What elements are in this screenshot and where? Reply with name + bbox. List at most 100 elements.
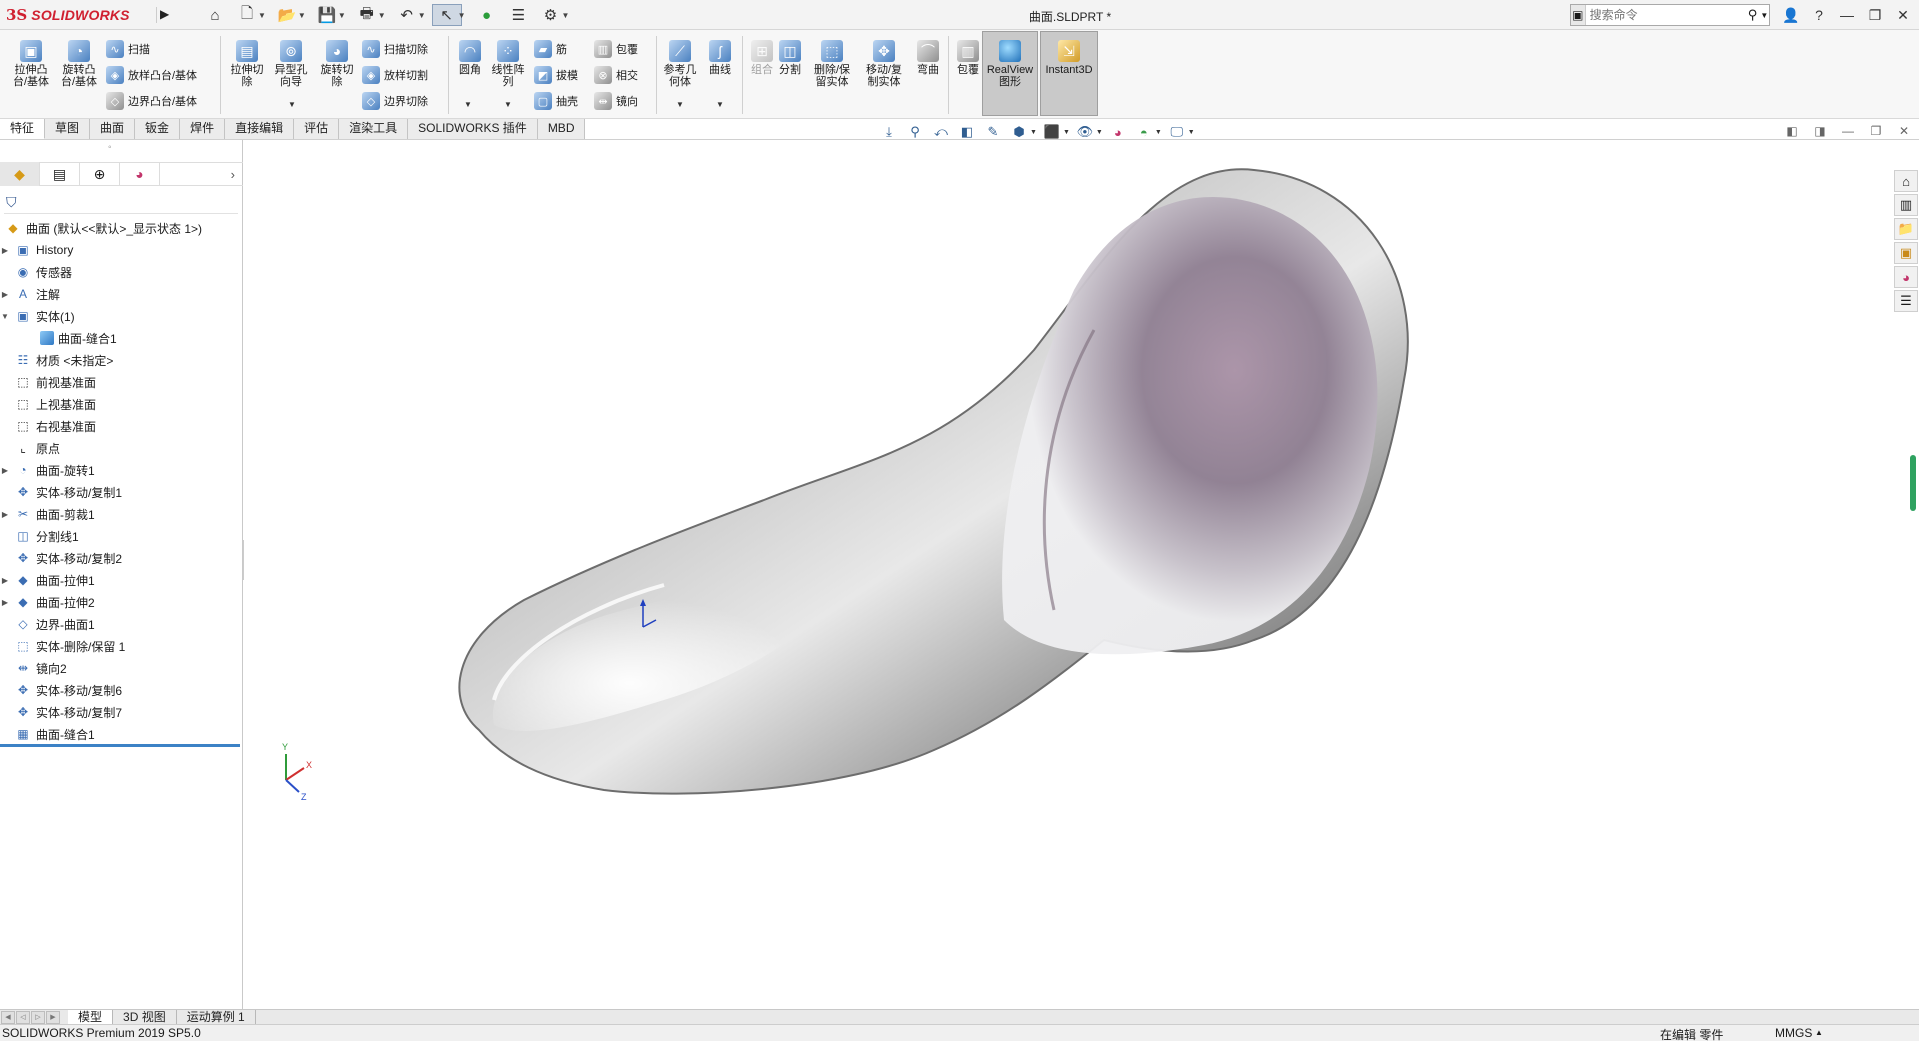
view-settings-caret-icon[interactable]: ▼	[1188, 129, 1195, 136]
home-icon[interactable]: ⌂	[200, 4, 230, 26]
section-view-icon[interactable]: ◧	[956, 122, 978, 142]
expand-arrow-icon[interactable]: ▶	[0, 576, 10, 585]
delete-keep-body-button[interactable]: ⬚ 删除/保 留实体	[808, 40, 856, 88]
revolve-boss-button[interactable]: ◔ 旋转凸 台/基体	[58, 40, 100, 88]
tab-weldments[interactable]: 焊件	[180, 119, 226, 139]
ref-geometry-caret-icon[interactable]: ▼	[676, 100, 684, 109]
expand-arrow-icon[interactable]: ▶	[0, 598, 10, 607]
tree-item[interactable]: ◉ 传感器	[0, 261, 243, 283]
zoom-to-fit-icon[interactable]: ⤓	[878, 122, 900, 142]
hide-show-items-icon[interactable]: 👁	[1074, 122, 1096, 142]
sweep-cut-button[interactable]: ∿ 扫描切除	[362, 38, 428, 60]
tree-root-part[interactable]: ◆ 曲面 (默认<<默认>_显示状态 1>)	[0, 217, 243, 239]
tab-surfaces[interactable]: 曲面	[90, 119, 136, 139]
rebuild-traffic-light-icon[interactable]: ●	[472, 4, 502, 26]
fillet-button[interactable]: ◠ 圆角	[452, 40, 488, 76]
select-caret-icon[interactable]: ▼	[458, 11, 466, 20]
tab-solidworks-addins[interactable]: SOLIDWORKS 插件	[408, 119, 538, 139]
panel-more-arrow-icon[interactable]: ›	[231, 167, 235, 182]
curves-button[interactable]: ʃ 曲线	[702, 40, 738, 76]
tree-item[interactable]: ⬚ 前视基准面	[0, 371, 243, 393]
tree-item[interactable]: ▶ A 注解	[0, 283, 243, 305]
expand-arrow-icon[interactable]: ▶	[0, 246, 10, 255]
solidworks-logo[interactable]: 3S SOLIDWORKS	[6, 4, 154, 26]
doc-minimize-icon[interactable]: —	[1838, 122, 1858, 140]
tree-item[interactable]: ⬚ 右视基准面	[0, 415, 243, 437]
display-style-caret-icon[interactable]: ▼	[1063, 129, 1070, 136]
filter-icon[interactable]: ⛉	[6, 194, 17, 211]
close-icon[interactable]: ✕	[1890, 4, 1916, 26]
new-caret-icon[interactable]: ▼	[258, 11, 266, 20]
zoom-to-area-icon[interactable]: ⚲	[904, 122, 926, 142]
next-tab-arrow-icon[interactable]: ▷	[31, 1010, 45, 1024]
tree-item[interactable]: ✥ 实体-移动/复制7	[0, 701, 243, 723]
search-icon[interactable]: ⚲	[1745, 7, 1761, 23]
property-manager-tab-icon[interactable]: ▤	[40, 162, 80, 186]
hide-show-caret-icon[interactable]: ▼	[1096, 129, 1103, 136]
boundary-boss-button[interactable]: ◇ 边界凸台/基体	[106, 90, 197, 112]
model-viewport[interactable]: Y X Z	[244, 140, 1894, 1009]
mirror-button[interactable]: ⇹ 镜向	[594, 90, 638, 112]
unit-system[interactable]: MMGS	[1775, 1026, 1812, 1040]
tile-right-icon[interactable]: ◨	[1810, 122, 1830, 140]
instant3d-button[interactable]: ⇲ Instant3D	[1042, 40, 1096, 76]
tree-item[interactable]: ▶ ◔ 曲面-旋转1	[0, 459, 243, 481]
tab-sketch[interactable]: 草图	[45, 119, 91, 139]
expand-arrow-icon[interactable]: ▶	[0, 466, 10, 475]
view-orientation-icon[interactable]: ⬢	[1008, 122, 1030, 142]
file-explorer-icon[interactable]: 📁	[1894, 218, 1918, 240]
view-palette-icon[interactable]: ▣	[1894, 242, 1918, 264]
tab-direct-editing[interactable]: 直接编辑	[225, 119, 295, 139]
display-manager-tab-icon[interactable]: ◕	[120, 162, 160, 186]
search-caret-icon[interactable]: ▼	[1760, 11, 1769, 20]
tab-motion-study[interactable]: 运动算例 1	[177, 1009, 256, 1025]
fillet-caret-icon[interactable]: ▼	[464, 100, 472, 109]
options-caret-icon[interactable]: ▼	[562, 11, 570, 20]
intersect-button[interactable]: ⊗ 相交	[594, 64, 638, 86]
tile-left-icon[interactable]: ◧	[1782, 122, 1802, 140]
dynamic-annotation-icon[interactable]: ✎	[982, 122, 1004, 142]
configuration-manager-tab-icon[interactable]: ⊕	[80, 162, 120, 186]
boundary-cut-button[interactable]: ◇ 边界切除	[362, 90, 428, 112]
help-icon[interactable]: ?	[1806, 4, 1832, 26]
revolve-cut-button[interactable]: ◕ 旋转切 除	[316, 40, 358, 88]
doc-close-icon[interactable]: ✕	[1894, 122, 1914, 140]
view-settings-icon[interactable]: 🖵	[1166, 122, 1188, 142]
tree-item[interactable]: ⬚ 实体-删除/保留 1	[0, 635, 243, 657]
previous-view-icon[interactable]: ⤺	[930, 122, 952, 142]
extrude-boss-button[interactable]: ▣ 拉伸凸 台/基体	[10, 40, 52, 88]
appearances-icon[interactable]: ◕	[1894, 266, 1918, 288]
tree-filter-bar[interactable]: ⛉	[4, 192, 238, 214]
tree-item[interactable]: ◫ 分割线1	[0, 525, 243, 547]
tree-item[interactable]: ▶ ✂ 曲面-剪裁1	[0, 503, 243, 525]
feature-manager-tab-icon[interactable]: ◆	[0, 162, 40, 186]
tree-item[interactable]: ⌞ 原点	[0, 437, 243, 459]
tree-item[interactable]: ▶ ◆ 曲面-拉伸2	[0, 591, 243, 613]
tab-model[interactable]: 模型	[68, 1009, 114, 1025]
draft-button[interactable]: ◩ 拔模	[534, 64, 578, 86]
surface-model[interactable]	[458, 168, 1409, 795]
view-triad[interactable]: Y X Z	[282, 742, 312, 802]
tree-item[interactable]: ⬚ 上视基准面	[0, 393, 243, 415]
collapse-arrow-icon[interactable]: ▼	[0, 312, 10, 321]
design-library-icon[interactable]: ▥	[1894, 194, 1918, 216]
tree-item[interactable]: 曲面-缝合1	[0, 327, 243, 349]
tree-item[interactable]: ▶ ◆ 曲面-拉伸1	[0, 569, 243, 591]
loft-boss-button[interactable]: ◈ 放样凸台/基体	[106, 64, 197, 86]
tree-item[interactable]: ◇ 边界-曲面1	[0, 613, 243, 635]
linear-pattern-button[interactable]: ⁘ 线性阵 列	[488, 40, 528, 88]
tab-features[interactable]: 特征	[0, 119, 46, 139]
expand-arrow-icon[interactable]: ▶	[0, 290, 10, 299]
restore-icon[interactable]: ❐	[1862, 4, 1888, 26]
reference-geometry-button[interactable]: ⟋ 参考几 何体	[660, 40, 700, 88]
undo-caret-icon[interactable]: ▼	[418, 11, 426, 20]
tab-mbd[interactable]: MBD	[537, 119, 586, 139]
edit-appearance-icon[interactable]: ◕	[1107, 122, 1129, 142]
view-orientation-caret-icon[interactable]: ▼	[1030, 129, 1037, 136]
tab-3d-views[interactable]: 3D 视图	[113, 1009, 177, 1025]
curves-caret-icon[interactable]: ▼	[716, 100, 724, 109]
graphics-area[interactable]: Y X Z	[244, 140, 1894, 1009]
tree-item[interactable]: ☷ 材质 <未指定>	[0, 349, 243, 371]
rollback-bar[interactable]	[0, 744, 240, 747]
tree-item[interactable]: ⇹ 镜向2	[0, 657, 243, 679]
